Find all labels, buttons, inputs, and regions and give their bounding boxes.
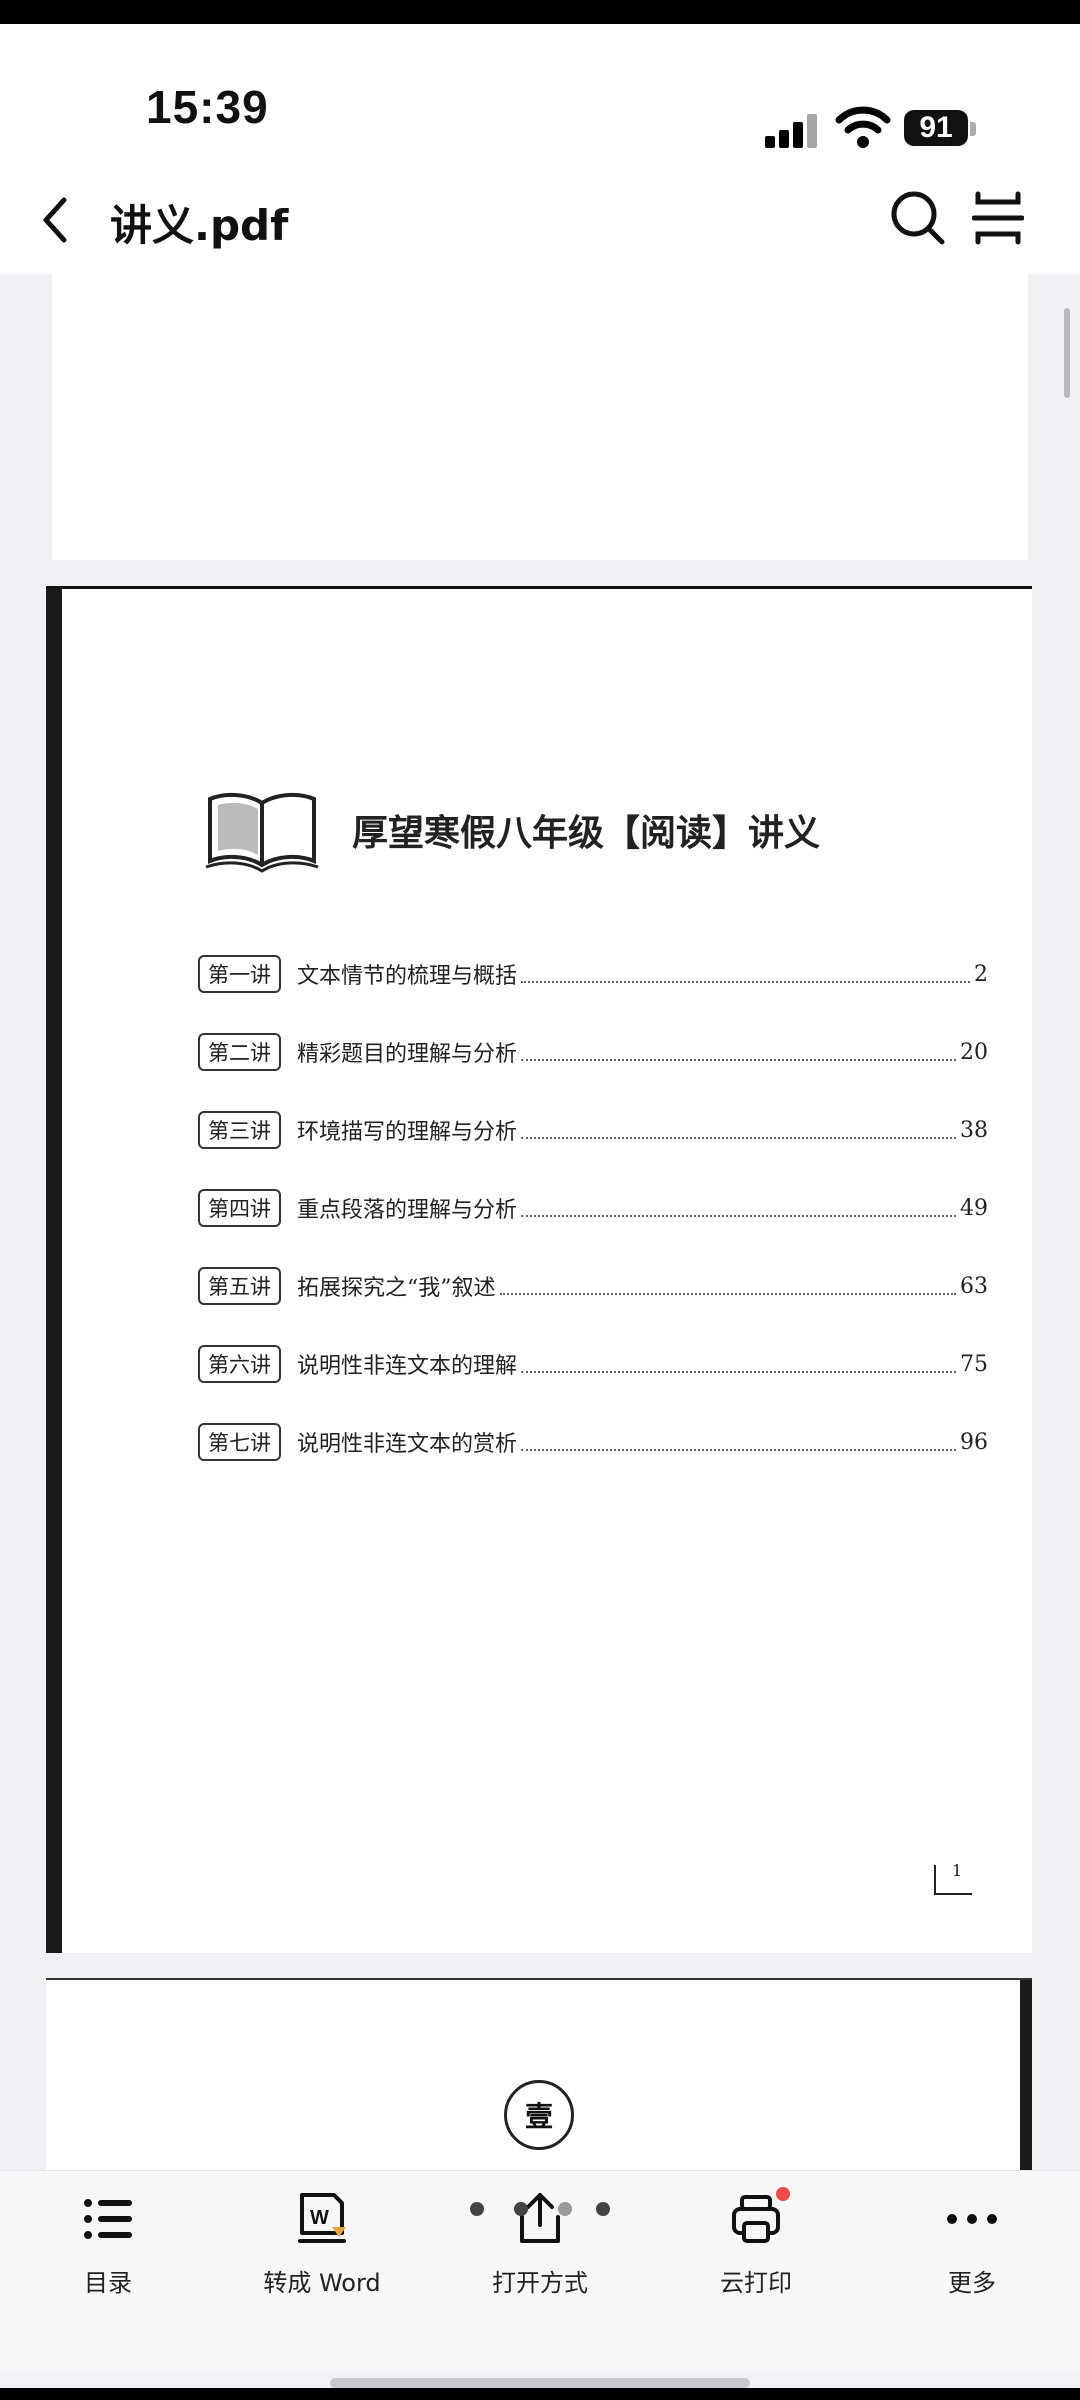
cloud-print-button[interactable]: 云打印 <box>666 2187 846 2298</box>
cellular-signal-icon <box>765 112 817 148</box>
toc-page-number: 96 <box>960 1429 988 1455</box>
toolbar-label: 目录 <box>84 2269 132 2297</box>
toc-entry-title: 说明性非连文本的赏析 <box>297 1432 518 1457</box>
toc-entry[interactable]: 第五讲 拓展探究之“我”叙述 63 <box>198 1247 988 1325</box>
pdf-viewer[interactable]: 厚望寒假八年级【阅读】讲义 第一讲 文本情节的梳理与概括 2 第二讲 精彩题目的… <box>0 274 1080 2170</box>
share-icon <box>520 2193 560 2243</box>
bottom-toolbar: 目录 W 转成 Word 打开方式 云打印 更多 <box>0 2170 1080 2371</box>
battery-indicator: 91 <box>904 110 968 146</box>
document-filename: 讲义.pdf <box>110 201 289 250</box>
toc-page-number: 49 <box>960 1195 988 1221</box>
more-button[interactable]: 更多 <box>882 2191 1062 2298</box>
toolbar-label: 转成 Word <box>263 2269 381 2297</box>
toolbar-label: 更多 <box>948 2269 996 2297</box>
back-chevron-icon[interactable] <box>36 192 76 248</box>
list-icon <box>84 2199 132 2239</box>
toc-lecture-badge: 第七讲 <box>198 1423 281 1461</box>
toc-leader-dots <box>521 1059 956 1061</box>
toc-entry-title: 文本情节的梳理与概括 <box>297 964 518 989</box>
toc-entry[interactable]: 第三讲 环境描写的理解与分析 38 <box>198 1091 988 1169</box>
pdf-page-toc: 厚望寒假八年级【阅读】讲义 第一讲 文本情节的梳理与概括 2 第二讲 精彩题目的… <box>46 586 1032 1953</box>
toc-page-number: 20 <box>960 1039 988 1065</box>
bottom-black-band <box>0 2388 1080 2400</box>
toc-entry-title: 拓展探究之“我”叙述 <box>297 1276 496 1301</box>
toc-entry-title: 精彩题目的理解与分析 <box>297 1042 518 1067</box>
page-indicator-dots <box>470 2202 610 2216</box>
wifi-icon <box>835 106 891 148</box>
word-convert-icon: W <box>298 2193 346 2243</box>
open-book-icon <box>205 792 319 873</box>
toc-entry[interactable]: 第四讲 重点段落的理解与分析 49 <box>198 1169 988 1247</box>
toc-lecture-badge: 第二讲 <box>198 1033 281 1071</box>
toc-entry[interactable]: 第二讲 精彩题目的理解与分析 20 <box>198 1013 988 1091</box>
printer-icon <box>732 2195 780 2243</box>
more-icon <box>947 2214 997 2224</box>
toc-page-number: 75 <box>960 1351 988 1377</box>
toolbar-label: 打开方式 <box>492 2269 588 2297</box>
scan-edge-shadow <box>46 589 62 1953</box>
toc-lecture-badge: 第六讲 <box>198 1345 281 1383</box>
notification-dot <box>776 2187 790 2201</box>
status-bar: 15:39 91 <box>0 24 1080 164</box>
top-black-band <box>0 0 1080 24</box>
convert-to-word-button[interactable]: W 转成 Word <box>232 2191 412 2298</box>
document-title: 厚望寒假八年级【阅读】讲义 <box>352 812 821 854</box>
table-of-contents: 第一讲 文本情节的梳理与概括 2 第二讲 精彩题目的理解与分析 20 第三讲 环… <box>198 935 988 1481</box>
toc-entry-title: 环境描写的理解与分析 <box>297 1120 518 1145</box>
status-time: 15:39 <box>146 81 269 133</box>
toc-button[interactable]: 目录 <box>18 2191 198 2298</box>
toc-entry-title: 说明性非连文本的理解 <box>297 1354 518 1379</box>
toc-leader-dots <box>521 1371 956 1373</box>
scrollbar-thumb[interactable] <box>1064 308 1070 398</box>
toolbar-label: 云打印 <box>720 2269 792 2297</box>
chapter-seal: 壹 <box>504 2080 574 2150</box>
toc-lecture-badge: 第一讲 <box>198 955 281 993</box>
toc-leader-dots <box>521 981 970 983</box>
toc-lecture-badge: 第三讲 <box>198 1111 281 1149</box>
battery-tip <box>970 122 976 136</box>
pdf-page-next: 壹 <box>46 1978 1032 2170</box>
toc-page-number: 38 <box>960 1117 988 1143</box>
home-indicator[interactable] <box>330 2378 750 2388</box>
toc-leader-dots <box>521 1449 956 1451</box>
pdf-page-previous <box>52 274 1028 560</box>
toc-page-number: 63 <box>960 1273 988 1299</box>
toc-lecture-badge: 第五讲 <box>198 1267 281 1305</box>
toc-leader-dots <box>521 1215 956 1217</box>
page-number: 1 <box>952 1861 963 1880</box>
toc-entry[interactable]: 第六讲 说明性非连文本的理解 75 <box>198 1325 988 1403</box>
toc-leader-dots <box>499 1293 956 1295</box>
toc-entry[interactable]: 第七讲 说明性非连文本的赏析 96 <box>198 1403 988 1481</box>
toc-entry-title: 重点段落的理解与分析 <box>297 1198 518 1223</box>
reading-mode-icon[interactable] <box>972 188 1024 248</box>
printer-icon-wrap <box>728 2187 790 2247</box>
svg-text:W: W <box>310 2207 329 2229</box>
toc-page-number: 2 <box>974 961 988 987</box>
nav-bar: 讲义.pdf <box>0 164 1080 274</box>
toc-lecture-badge: 第四讲 <box>198 1189 281 1227</box>
search-icon[interactable] <box>888 188 948 248</box>
toc-entry[interactable]: 第一讲 文本情节的梳理与概括 2 <box>198 935 988 1013</box>
toc-leader-dots <box>521 1137 956 1139</box>
scan-edge-shadow <box>1020 1980 1032 2170</box>
